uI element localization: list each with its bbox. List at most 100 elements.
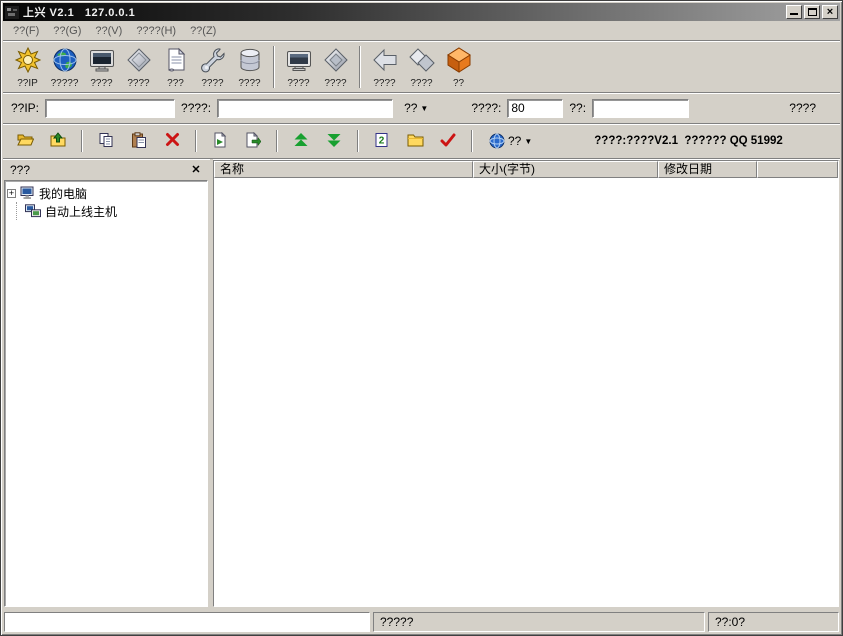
- column-header-filler: [757, 161, 838, 178]
- delete-button[interactable]: [160, 129, 184, 153]
- toolbar-button-config-ip[interactable]: ??IP: [9, 43, 46, 91]
- gear-icon: [14, 46, 42, 77]
- note-label: ??:: [569, 101, 586, 115]
- svg-text:2: 2: [379, 135, 385, 146]
- toolbar-button-label: ????: [127, 78, 149, 89]
- titlebar: 上兴 V2.1 127.0.0.1 ×: [3, 3, 840, 21]
- port-label: ????:: [471, 101, 501, 115]
- toolbar-button-database[interactable]: ????: [231, 43, 268, 91]
- double-up-arrow-icon: [293, 132, 309, 151]
- toolbar-separator: [471, 130, 473, 152]
- ip-input[interactable]: [45, 99, 175, 118]
- hosts-tree: + 我的电脑 自动上线主机: [4, 180, 208, 607]
- close-icon: ×: [827, 7, 833, 18]
- toolbar-button-back[interactable]: ????: [366, 43, 403, 91]
- home-icon: [445, 46, 473, 77]
- folder-open-icon: [17, 132, 34, 150]
- view-folder-button[interactable]: [403, 129, 427, 153]
- maximize-button[interactable]: [804, 5, 820, 19]
- toolbar-button-settings[interactable]: ????: [194, 43, 231, 91]
- toolbar-button-diamond-2[interactable]: ????: [317, 43, 354, 91]
- open-folder-button[interactable]: [13, 129, 37, 153]
- upload-button[interactable]: [289, 129, 313, 153]
- toolbar-button-label: ????: [373, 78, 395, 89]
- connect-action-button[interactable]: ????: [783, 100, 822, 116]
- refresh-2-icon: 2: [374, 132, 390, 151]
- toolbar-button-label: ????: [410, 78, 432, 89]
- main-area: ??? ✕ + 我的电脑 自动上线主机 名称 大小(字节) 修改日期: [3, 159, 840, 609]
- toolbar-button-label: ??: [453, 78, 464, 89]
- menu-view[interactable]: ??(V): [89, 23, 128, 39]
- mode-dropdown[interactable]: ?? ▼: [399, 99, 433, 117]
- menu-help[interactable]: ????(H): [130, 23, 182, 39]
- port-input[interactable]: [507, 99, 563, 118]
- toolbar-button-diamond-1[interactable]: ????: [120, 43, 157, 91]
- minimize-button[interactable]: [786, 5, 802, 19]
- globe-icon: [51, 46, 79, 77]
- toolbar-button-label: ????: [90, 78, 112, 89]
- toolbar-separator: [357, 130, 359, 152]
- web-dropdown-button[interactable]: ?? ▼: [484, 129, 537, 153]
- expander-plus-icon[interactable]: +: [7, 189, 16, 198]
- copy-button[interactable]: [94, 129, 118, 153]
- status-input-field[interactable]: [4, 612, 370, 632]
- download-button[interactable]: [322, 129, 346, 153]
- toolbar-button-online[interactable]: ?????: [46, 43, 83, 91]
- menu-about[interactable]: ??(Z): [184, 23, 222, 39]
- tree-item-online-hosts[interactable]: 自动上线主机: [16, 202, 205, 220]
- run-file-icon: [212, 132, 228, 151]
- execute-check-button[interactable]: [436, 129, 460, 153]
- toolbar-separator: [273, 46, 275, 88]
- file-toolbar: 2 ?? ▼ ????:????V2.1 ?????? QQ 51992: [3, 124, 840, 159]
- toolbar-button-home[interactable]: ??: [440, 43, 477, 91]
- toolbar-button-label: ????: [324, 78, 346, 89]
- toolbar-button-document[interactable]: ???: [157, 43, 194, 91]
- toolbar-separator: [276, 130, 278, 152]
- status-right-text: ??:0?: [715, 615, 745, 629]
- tree-item-my-computer[interactable]: + 我的电脑: [7, 184, 205, 202]
- document-icon: [162, 46, 190, 77]
- copy-icon: [98, 132, 114, 151]
- menu-manage[interactable]: ??(G): [47, 23, 87, 39]
- toolbar-button-label: ???: [167, 78, 184, 89]
- paste-button[interactable]: [127, 129, 151, 153]
- hosts-panel-header: ??? ✕: [4, 160, 208, 180]
- remote-run-button[interactable]: [241, 129, 265, 153]
- column-header-name[interactable]: 名称: [214, 161, 473, 178]
- network-computers-icon: [25, 204, 41, 218]
- globe-small-icon: [489, 133, 505, 149]
- minimize-icon: [790, 9, 798, 15]
- toolbar-button-screen-2[interactable]: ????: [280, 43, 317, 91]
- run-button[interactable]: [208, 129, 232, 153]
- window-controls: ×: [786, 5, 838, 19]
- file-list-body[interactable]: [214, 178, 838, 606]
- toolbar-button-label: ?????: [51, 78, 79, 89]
- toolbar-separator: [81, 130, 83, 152]
- monitor2-icon: [285, 46, 313, 77]
- note-input[interactable]: [592, 99, 689, 118]
- toolbar-button-screen[interactable]: ????: [83, 43, 120, 91]
- hosts-panel: ??? ✕ + 我的电脑 自动上线主机: [3, 159, 210, 609]
- close-button[interactable]: ×: [822, 5, 838, 19]
- refresh-button[interactable]: 2: [370, 129, 394, 153]
- panel-close-button[interactable]: ✕: [188, 163, 204, 177]
- registration-text: ????:????V2.1 ?????? QQ 51992: [594, 135, 782, 147]
- status-count: ??:0?: [708, 612, 839, 632]
- window-title: 上兴 V2.1 127.0.0.1: [23, 4, 135, 20]
- column-header-size[interactable]: 大小(字节): [473, 161, 658, 178]
- database-icon: [236, 46, 264, 77]
- folder-up-button[interactable]: [46, 129, 70, 153]
- web-dropdown-label: ??: [508, 134, 521, 148]
- toolbar-button-transfer[interactable]: ????: [403, 43, 440, 91]
- folder-up-icon: [50, 132, 67, 150]
- domain-label: ????:: [181, 101, 211, 115]
- menu-file[interactable]: ??(F): [7, 23, 45, 39]
- computer-icon: [20, 186, 35, 200]
- app-window: 上兴 V2.1 127.0.0.1 × ??(F) ??(G) ??(V) ??…: [0, 0, 843, 636]
- app-icon: [5, 6, 19, 19]
- domain-input[interactable]: [217, 99, 393, 118]
- file-list-panel: 名称 大小(字节) 修改日期: [213, 160, 839, 607]
- diamond2-icon: [322, 46, 350, 77]
- mode-dropdown-label: ??: [404, 101, 417, 115]
- column-header-date[interactable]: 修改日期: [658, 161, 757, 178]
